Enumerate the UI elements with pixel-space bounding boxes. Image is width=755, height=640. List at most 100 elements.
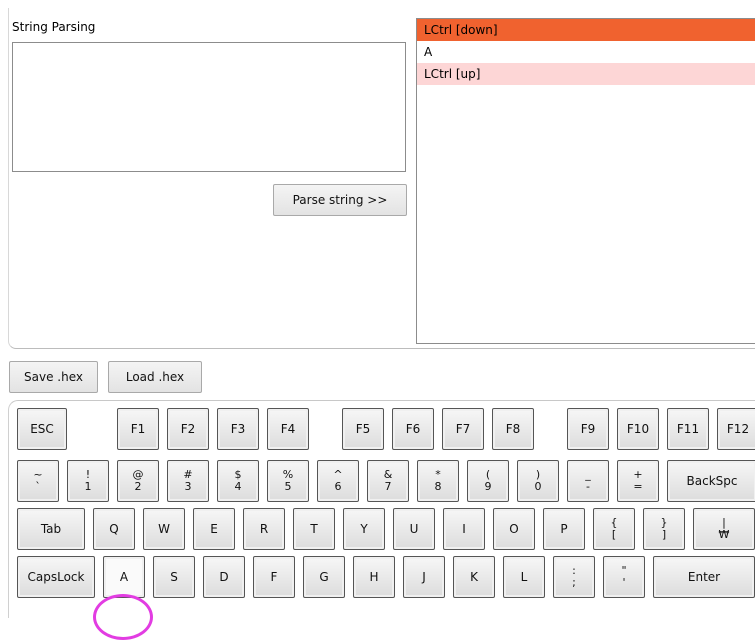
key-symbol[interactable]: (9	[467, 460, 509, 502]
key-sublabel: [	[611, 528, 617, 541]
key-f4[interactable]: F4	[267, 408, 309, 450]
key-sublabel: 9	[484, 480, 492, 493]
key-backspc[interactable]: BackSpc	[667, 460, 755, 502]
key-label: CapsLock	[27, 570, 85, 584]
key-sublabel: 0	[534, 480, 542, 493]
event-item[interactable]: LCtrl [up]	[417, 63, 755, 85]
key-sublabel: ;	[572, 576, 576, 589]
key-esc[interactable]: ESC	[17, 408, 67, 450]
key-label: F5	[355, 422, 371, 436]
key-k[interactable]: K	[453, 556, 495, 598]
key-label: Q	[109, 522, 119, 536]
key-label: O	[509, 522, 519, 536]
key-f5[interactable]: F5	[342, 408, 384, 450]
key-symbol[interactable]: #3	[167, 460, 209, 502]
key-f11[interactable]: F11	[667, 408, 709, 450]
key-label: K	[470, 570, 478, 584]
key-symbol[interactable]: " '	[603, 556, 645, 598]
key-enter[interactable]: Enter	[653, 556, 755, 598]
save-hex-button[interactable]: Save .hex	[9, 361, 98, 393]
key-g[interactable]: G	[303, 556, 345, 598]
key-e[interactable]: E	[193, 508, 235, 550]
key-label: ESC	[30, 422, 54, 436]
key-symbol[interactable]: @2	[117, 460, 159, 502]
key-sublabel: ₩	[718, 528, 730, 541]
key-symbol[interactable]: % 5	[267, 460, 309, 502]
key-symbol[interactable]: _ -	[567, 460, 609, 502]
parse-string-button[interactable]: Parse string >>	[273, 184, 407, 216]
key-sublabel: '	[622, 576, 626, 589]
key-f8[interactable]: F8	[492, 408, 534, 450]
key-symbol[interactable]: $4	[217, 460, 259, 502]
key-q[interactable]: Q	[93, 508, 135, 550]
key-w[interactable]: W	[143, 508, 185, 550]
key-f2[interactable]: F2	[167, 408, 209, 450]
key-label: E	[210, 522, 218, 536]
key-capslock[interactable]: CapsLock	[17, 556, 95, 598]
key-sublabel: `	[35, 480, 41, 493]
key-a[interactable]: A	[103, 556, 145, 598]
key-s[interactable]: S	[153, 556, 195, 598]
key-sublabel: 6	[334, 480, 342, 493]
key-symbol[interactable]: ) 0	[517, 460, 559, 502]
key-h[interactable]: H	[353, 556, 395, 598]
key-label: F8	[505, 422, 521, 436]
key-label: F2	[180, 422, 196, 436]
key-label: Enter	[687, 570, 721, 584]
key-label: P	[560, 522, 568, 536]
key-p[interactable]: P	[543, 508, 585, 550]
key-symbol[interactable]: & 7	[367, 460, 409, 502]
key-d[interactable]: D	[203, 556, 245, 598]
key-symbol[interactable]: | ₩	[693, 508, 755, 550]
key-j[interactable]: J	[403, 556, 445, 598]
key-label: F3	[230, 422, 246, 436]
key-u[interactable]: U	[393, 508, 435, 550]
key-sublabel: =	[633, 480, 643, 493]
key-l[interactable]: L	[503, 556, 545, 598]
key-label: F10	[626, 422, 650, 436]
key-f7[interactable]: F7	[442, 408, 484, 450]
key-label: F7	[455, 422, 471, 436]
key-i[interactable]: I	[443, 508, 485, 550]
key-sublabel: ]	[661, 528, 667, 541]
key-symbol[interactable]: * 8	[417, 460, 459, 502]
key-symbol[interactable]: ! 1	[67, 460, 109, 502]
key-label: F	[270, 570, 278, 584]
event-item[interactable]: A	[417, 41, 755, 63]
key-label: F1	[130, 422, 146, 436]
key-symbol[interactable]: + =	[617, 460, 659, 502]
key-o[interactable]: O	[493, 508, 535, 550]
key-label: A	[119, 570, 129, 584]
key-f[interactable]: F	[253, 556, 295, 598]
key-f10[interactable]: F10	[617, 408, 659, 450]
key-y[interactable]: Y	[343, 508, 385, 550]
event-item[interactable]: LCtrl [down]	[417, 19, 755, 41]
key-label: S	[170, 570, 178, 584]
key-symbol[interactable]: ~ `	[17, 460, 59, 502]
key-label: W	[158, 522, 170, 536]
key-symbol[interactable]: {[	[593, 508, 635, 550]
key-label: U	[409, 522, 419, 536]
key-sublabel: 2	[134, 480, 142, 493]
key-symbol[interactable]: }]	[643, 508, 685, 550]
key-r[interactable]: R	[243, 508, 285, 550]
key-t[interactable]: T	[293, 508, 335, 550]
string-parsing-title: String Parsing	[12, 20, 96, 34]
key-sublabel: 1	[84, 480, 92, 493]
key-f12[interactable]: F12	[717, 408, 755, 450]
key-label: F11	[676, 422, 700, 436]
key-sublabel: 8	[434, 480, 442, 493]
key-tab[interactable]: Tab	[17, 508, 85, 550]
key-symbol[interactable]: :;	[553, 556, 595, 598]
key-f1[interactable]: F1	[117, 408, 159, 450]
string-input[interactable]	[12, 42, 406, 172]
key-label: R	[259, 522, 269, 536]
key-f9[interactable]: F9	[567, 408, 609, 450]
key-symbol[interactable]: ^ 6	[317, 460, 359, 502]
key-f3[interactable]: F3	[217, 408, 259, 450]
key-label: Y	[360, 522, 368, 536]
key-f6[interactable]: F6	[392, 408, 434, 450]
event-list[interactable]: LCtrl [down] A LCtrl [up]	[416, 18, 755, 344]
load-hex-button[interactable]: Load .hex	[108, 361, 202, 393]
key-label: J	[422, 570, 426, 584]
